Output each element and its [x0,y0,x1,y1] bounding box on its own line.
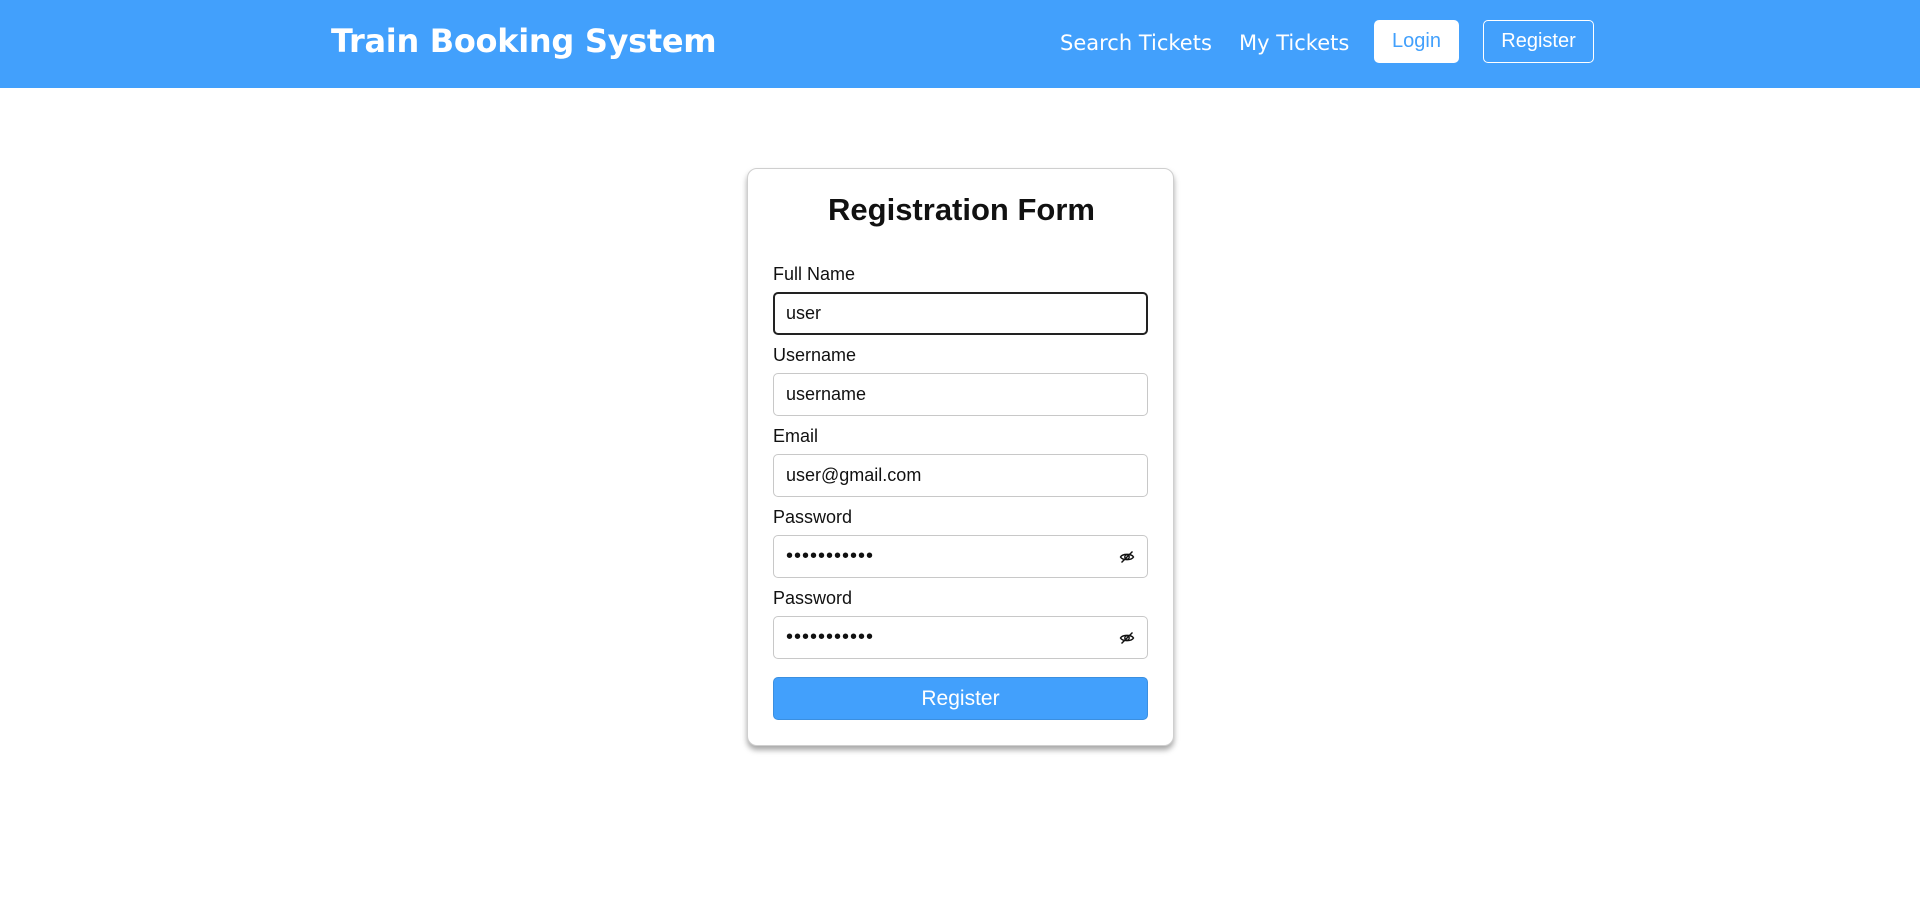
login-button[interactable]: Login [1374,20,1459,63]
full-name-input[interactable]: user [773,292,1148,335]
form-title: Registration Form [828,192,1095,227]
email-input[interactable]: user@gmail.com [773,454,1148,497]
register-submit-button[interactable]: Register [773,677,1148,720]
password-input[interactable]: ••••••••••• [773,535,1148,578]
password-label: Password [773,507,853,527]
registration-card: Registration Form Full Name user Usernam… [747,168,1174,746]
full-name-label: Full Name [773,264,856,284]
eye-slash-icon[interactable] [1119,630,1135,646]
confirm-password-value: ••••••••••• [786,626,875,648]
top-navbar: Train Booking System Search Tickets My T… [0,0,1920,88]
full-name-value: user [786,303,822,323]
confirm-password-input[interactable]: ••••••••••• [773,616,1148,659]
nav-link-search-tickets[interactable]: Search Tickets [1060,31,1212,55]
register-nav-button[interactable]: Register [1483,20,1594,63]
email-value: user@gmail.com [786,465,922,485]
username-value: username [786,384,867,404]
confirm-password-label: Password [773,588,853,608]
password-value: ••••••••••• [786,545,875,567]
username-label: Username [773,345,857,365]
brand-title[interactable]: Train Booking System [331,22,717,60]
username-input[interactable]: username [773,373,1148,416]
nav-link-my-tickets[interactable]: My Tickets [1239,31,1349,55]
email-label: Email [773,426,819,446]
eye-slash-icon[interactable] [1119,549,1135,565]
